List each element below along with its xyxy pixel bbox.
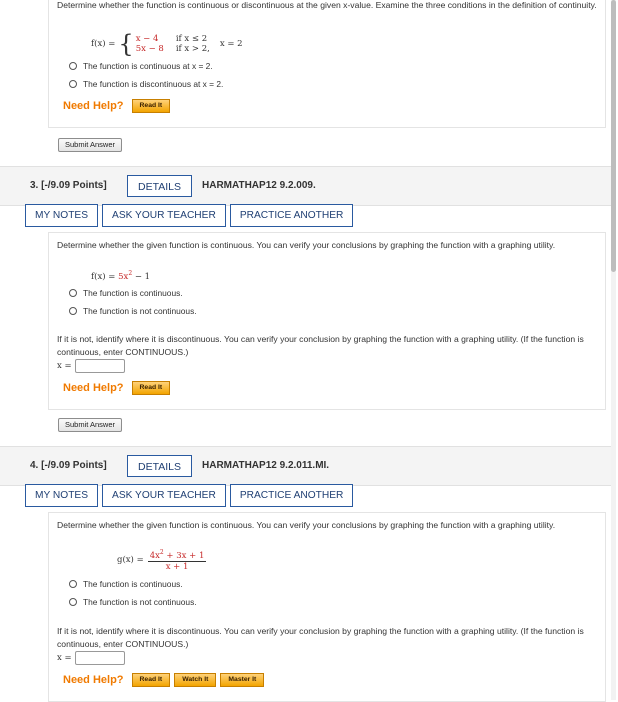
question-4-tabs: MY NOTES ASK YOUR TEACHER PRACTICE ANOTH… bbox=[25, 484, 357, 507]
question-4-header: 4. [-/9.09 Points] DETAILS HARMATHAP12 9… bbox=[0, 446, 612, 486]
radio-button[interactable] bbox=[69, 289, 77, 297]
radio-button[interactable] bbox=[69, 62, 77, 70]
question-code: HARMATHAP12 9.2.011.MI. bbox=[202, 460, 330, 471]
question-4-followup: If it is not, identify where it is disco… bbox=[57, 626, 584, 649]
option-label: The function is not continuous. bbox=[83, 597, 197, 607]
question-4-intro: Determine whether the given function is … bbox=[57, 520, 556, 530]
answer-input[interactable] bbox=[74, 359, 125, 373]
question-2-options: The function is continuous at x = 2. The… bbox=[69, 57, 223, 93]
piecewise-cases: x − 4 if x ≤ 2 5x − 8 if x > 2, bbox=[136, 34, 210, 54]
question-4-options: The function is continuous. The function… bbox=[69, 575, 197, 611]
page-scrollbar[interactable] bbox=[611, 0, 616, 700]
question-3-options: The function is continuous. The function… bbox=[69, 284, 197, 320]
case-2-expr: 5x − 8 bbox=[135, 44, 164, 54]
question-3-panel: Determine whether the given function is … bbox=[48, 232, 606, 410]
radio-button[interactable] bbox=[69, 80, 77, 88]
x-label: x = bbox=[57, 653, 72, 663]
practice-another-button[interactable]: PRACTICE ANOTHER bbox=[229, 484, 354, 507]
scrollbar-thumb[interactable] bbox=[611, 0, 616, 272]
option-not-continuous[interactable]: The function is not continuous. bbox=[69, 302, 197, 320]
x-value: x = 2 bbox=[219, 39, 243, 49]
option-continuous[interactable]: The function is continuous at x = 2. bbox=[69, 57, 223, 75]
option-label: The function is continuous at x = 2. bbox=[83, 61, 213, 71]
question-number: 3. [-/9.09 Points] bbox=[30, 180, 107, 191]
question-3-tabs: MY NOTES ASK YOUR TEACHER PRACTICE ANOTH… bbox=[25, 204, 357, 227]
answer-input[interactable] bbox=[74, 651, 125, 665]
practice-another-button[interactable]: PRACTICE ANOTHER bbox=[229, 204, 354, 227]
my-notes-button[interactable]: MY NOTES bbox=[25, 204, 99, 227]
question-code: HARMATHAP12 9.2.009. bbox=[202, 180, 316, 191]
need-help-label: Need Help? bbox=[63, 674, 124, 686]
function-lhs: f(x) = bbox=[91, 39, 116, 49]
ask-your-teacher-button[interactable]: ASK YOUR TEACHER bbox=[102, 484, 226, 507]
radio-button[interactable] bbox=[69, 307, 77, 315]
function-expression: f(x) = 5x2 − 1 bbox=[91, 270, 151, 282]
question-3-header: 3. [-/9.09 Points] DETAILS HARMATHAP12 9… bbox=[0, 166, 612, 206]
option-label: The function is not continuous. bbox=[83, 306, 197, 316]
left-brace: { bbox=[118, 30, 134, 58]
details-button[interactable]: DETAILS bbox=[127, 175, 192, 197]
question-2-panel: Determine whether the function is contin… bbox=[48, 0, 606, 128]
ask-your-teacher-button[interactable]: ASK YOUR TEACHER bbox=[102, 204, 226, 227]
question-3-followup: If it is not, identify where it is disco… bbox=[57, 334, 584, 357]
submit-answer-button[interactable]: Submit Answer bbox=[58, 138, 123, 152]
question-3-intro: Determine whether the given function is … bbox=[57, 240, 556, 250]
read-it-button[interactable]: Read It bbox=[131, 99, 171, 113]
case-2-condition: if x > 2, bbox=[175, 44, 210, 54]
need-help-row: Need Help? Read It bbox=[63, 99, 174, 113]
option-label: The function is discontinuous at x = 2. bbox=[83, 79, 224, 89]
option-discontinuous[interactable]: The function is discontinuous at x = 2. bbox=[69, 75, 223, 93]
answer-row: x = bbox=[57, 359, 125, 373]
piecewise-function: f(x) = { x − 4 if x ≤ 2 5x − 8 if x > 2,… bbox=[91, 32, 243, 56]
question-4-panel: Determine whether the given function is … bbox=[48, 512, 606, 702]
x-label: x = bbox=[57, 361, 72, 371]
option-not-continuous[interactable]: The function is not continuous. bbox=[69, 593, 197, 611]
radio-button[interactable] bbox=[69, 580, 77, 588]
case-1-condition: if x ≤ 2 bbox=[175, 34, 208, 44]
function-rhs: 5x2 bbox=[118, 270, 133, 282]
question-2-intro: Determine whether the function is contin… bbox=[57, 0, 597, 10]
need-help-label: Need Help? bbox=[63, 382, 124, 394]
denominator: x + 1 bbox=[165, 561, 189, 572]
read-it-button[interactable]: Read It bbox=[131, 673, 171, 687]
option-label: The function is continuous. bbox=[83, 288, 183, 298]
option-label: The function is continuous. bbox=[83, 579, 183, 589]
radio-button[interactable] bbox=[69, 598, 77, 606]
rational-function: 4x2 + 3x + 1 x + 1 bbox=[147, 549, 207, 572]
details-button[interactable]: DETAILS bbox=[127, 455, 192, 477]
need-help-row: Need Help? Read It Watch It Master It bbox=[63, 673, 268, 687]
answer-row: x = bbox=[57, 651, 125, 665]
case-1-expr: x − 4 bbox=[135, 34, 159, 44]
question-number: 4. [-/9.09 Points] bbox=[30, 460, 107, 471]
function-expression: g(x) = 4x2 + 3x + 1 x + 1 bbox=[117, 549, 207, 572]
submit-answer-button[interactable]: Submit Answer bbox=[58, 418, 123, 432]
watch-it-button[interactable]: Watch It bbox=[174, 673, 217, 687]
read-it-button[interactable]: Read It bbox=[131, 381, 171, 395]
master-it-button[interactable]: Master It bbox=[220, 673, 265, 687]
need-help-label: Need Help? bbox=[63, 100, 124, 112]
my-notes-button[interactable]: MY NOTES bbox=[25, 484, 99, 507]
option-continuous[interactable]: The function is continuous. bbox=[69, 284, 197, 302]
numerator: 4x2 + 3x + 1 bbox=[147, 549, 207, 562]
option-continuous[interactable]: The function is continuous. bbox=[69, 575, 197, 593]
need-help-row: Need Help? Read It bbox=[63, 381, 174, 395]
